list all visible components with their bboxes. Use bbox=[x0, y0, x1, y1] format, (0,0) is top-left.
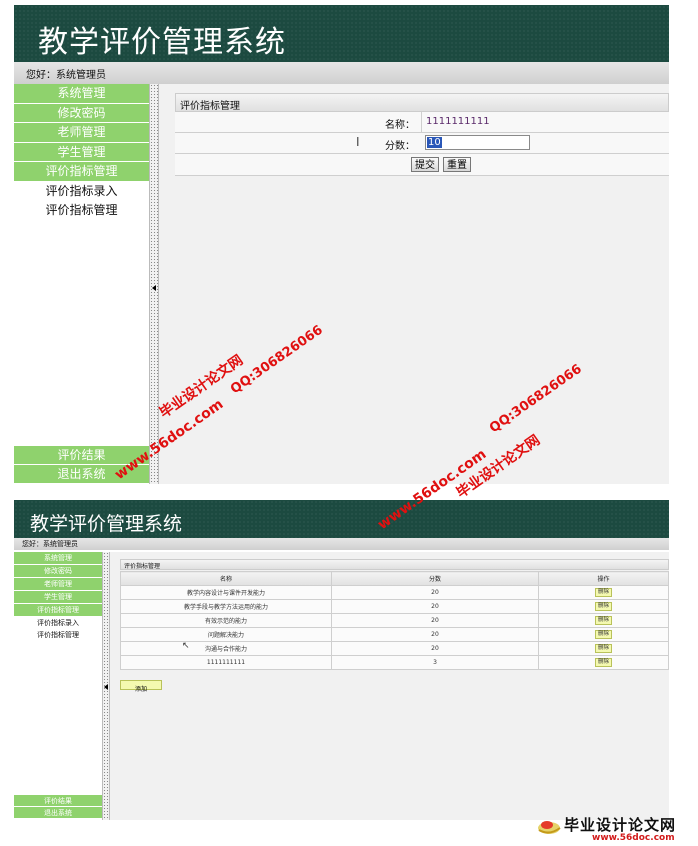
row-name: 1111111111 bbox=[120, 655, 332, 670]
row-action-cell: 删除 bbox=[538, 627, 669, 642]
delete-button[interactable]: 删除 bbox=[594, 658, 612, 667]
greeting-text: 您好：系统管理员 bbox=[26, 70, 106, 81]
delete-button[interactable]: 删除 bbox=[594, 630, 612, 639]
greeting-bar-small: 您好：系统管理员 bbox=[14, 538, 669, 550]
buttons-row: 提交 重置 bbox=[175, 154, 669, 176]
row-score: 20 bbox=[331, 641, 539, 656]
app-title: 教学评价管理系统 bbox=[38, 25, 286, 60]
panel-title: 评价指标管理 bbox=[175, 93, 669, 112]
app-title-small: 教学评价管理系统 bbox=[30, 513, 183, 535]
table-header-row: 名称 分数 操作 bbox=[120, 571, 669, 586]
sidebar-sub-indicator-entry[interactable]: 评价指标录入 bbox=[14, 617, 102, 629]
sidebar-item-logout[interactable]: 退出系统 bbox=[14, 807, 102, 819]
sidebar-sub-indicator-manage[interactable]: 评价指标管理 bbox=[14, 629, 102, 641]
table-row: 问题解决能力 20 删除 bbox=[120, 627, 669, 642]
mouse-pointer-icon: ↖ bbox=[182, 641, 190, 651]
footer-logo-text: 毕业设计论文网 bbox=[564, 816, 677, 834]
collapse-arrow-icon[interactable] bbox=[152, 285, 156, 291]
greeting-bar: 您好：系统管理员 bbox=[14, 62, 669, 84]
column-header-action: 操作 bbox=[538, 571, 669, 586]
sidebar-item-password[interactable]: 修改密码 bbox=[14, 103, 149, 123]
score-input[interactable]: 10 bbox=[425, 135, 530, 150]
score-value: 10 bbox=[427, 137, 442, 148]
sidebar-item-system[interactable]: 系统管理 bbox=[14, 552, 102, 565]
app-banner: 教学评价管理系统 bbox=[14, 5, 669, 62]
screenshot-list-view: 教学评价管理系统 您好：系统管理员 系统管理 修改密码 老师管理 学生管理 评价… bbox=[14, 500, 669, 820]
row-name: 教学内容设计与课件开发能力 bbox=[120, 585, 332, 600]
row-name: 有效示范的能力 bbox=[120, 613, 332, 628]
sidebar: 系统管理 修改密码 老师管理 学生管理 评价指标管理 评价指标录入 评价指标管理… bbox=[14, 84, 149, 484]
row-score: 20 bbox=[331, 613, 539, 628]
row-name: 问题解决能力 bbox=[120, 627, 332, 642]
row-action-cell: 删除 bbox=[538, 655, 669, 670]
sidebar-small: 系统管理 修改密码 老师管理 学生管理 评价指标管理 评价指标录入 评价指标管理… bbox=[14, 552, 102, 820]
row-action-cell: 删除 bbox=[538, 599, 669, 614]
footer-logo: 毕业设计论文网 www.56doc.com bbox=[532, 812, 692, 844]
row-name: 教学手段与教学方法运用的能力 bbox=[120, 599, 332, 614]
sidebar-bottom-menu: 评价结果 退出系统 bbox=[14, 795, 102, 819]
sidebar-item-indicators[interactable]: 评价指标管理 bbox=[14, 604, 102, 617]
panel-title-text: 评价指标管理 bbox=[180, 101, 240, 112]
app-banner-small: 教学评价管理系统 bbox=[14, 500, 669, 538]
name-value: 1111111111 bbox=[426, 116, 490, 127]
score-row: I 分数： 10 bbox=[175, 133, 669, 154]
row-name: 沟通与合作能力 bbox=[120, 641, 332, 656]
sidebar-item-teachers[interactable]: 老师管理 bbox=[14, 578, 102, 591]
sidebar-item-system[interactable]: 系统管理 bbox=[14, 84, 149, 104]
column-header-name: 名称 bbox=[120, 571, 332, 586]
greeting-text-small: 您好：系统管理员 bbox=[22, 540, 78, 548]
delete-button[interactable]: 删除 bbox=[594, 602, 612, 611]
score-label: 分数： bbox=[385, 141, 415, 152]
sidebar-menu: 系统管理 修改密码 老师管理 学生管理 评价指标管理 评价指标录入 评价指标管理 bbox=[14, 84, 149, 220]
sidebar-item-password[interactable]: 修改密码 bbox=[14, 565, 102, 578]
name-field[interactable]: 1111111111 bbox=[421, 112, 670, 132]
screenshot-edit-form: 教学评价管理系统 您好：系统管理员 系统管理 修改密码 老师管理 学生管理 评价… bbox=[14, 5, 669, 485]
sidebar-item-results[interactable]: 评价结果 bbox=[14, 795, 102, 807]
reset-button[interactable]: 重置 bbox=[443, 157, 471, 172]
name-label: 名称： bbox=[385, 120, 415, 131]
sidebar-item-teachers[interactable]: 老师管理 bbox=[14, 123, 149, 143]
reset-button-label: 重置 bbox=[447, 160, 467, 171]
main-content-small: 评价指标管理 名称 分数 操作 教学内容设计与课件开发能力 20 删除 教学手段… bbox=[110, 552, 669, 820]
sidebar-splitter-small[interactable] bbox=[102, 552, 110, 820]
delete-button[interactable]: 删除 bbox=[594, 616, 612, 625]
table-row: 教学内容设计与课件开发能力 20 删除 bbox=[120, 585, 669, 600]
row-score: 20 bbox=[331, 599, 539, 614]
row-score: 20 bbox=[331, 627, 539, 642]
main-content: 评价指标管理 名称： 1111111111 I 分数： 10 提交 重置 bbox=[159, 84, 669, 484]
table-row: 1111111111 3 删除 bbox=[120, 655, 669, 670]
collapse-arrow-icon[interactable] bbox=[104, 684, 108, 690]
delete-button[interactable]: 删除 bbox=[594, 644, 612, 653]
panel-title-small: 评价指标管理 bbox=[120, 559, 669, 570]
sidebar-sub-indicator-entry[interactable]: 评价指标录入 bbox=[14, 182, 149, 201]
name-row: 名称： 1111111111 bbox=[175, 112, 669, 133]
indicator-table: 名称 分数 操作 教学内容设计与课件开发能力 20 删除 教学手段与教学方法运用… bbox=[120, 571, 669, 670]
sidebar-sub-indicator-manage[interactable]: 评价指标管理 bbox=[14, 201, 149, 220]
sidebar-item-students[interactable]: 学生管理 bbox=[14, 591, 102, 604]
row-score: 3 bbox=[331, 655, 539, 670]
add-button[interactable]: 添加 bbox=[120, 680, 162, 693]
table-row: 有效示范的能力 20 删除 bbox=[120, 613, 669, 628]
column-header-score: 分数 bbox=[331, 571, 539, 586]
footer-logo-url: www.56doc.com bbox=[592, 833, 675, 843]
table-row: 沟通与合作能力 20 删除 bbox=[120, 641, 669, 656]
submit-button-label: 提交 bbox=[415, 160, 435, 171]
delete-button[interactable]: 删除 bbox=[594, 588, 612, 597]
row-action-cell: 删除 bbox=[538, 585, 669, 600]
row-action-cell: 删除 bbox=[538, 613, 669, 628]
sidebar-item-indicators[interactable]: 评价指标管理 bbox=[14, 162, 149, 182]
row-score: 20 bbox=[331, 585, 539, 600]
add-button-label: 添加 bbox=[134, 686, 147, 693]
row-action-cell: 删除 bbox=[538, 641, 669, 656]
sidebar-splitter[interactable] bbox=[149, 84, 159, 484]
panel-title-text: 评价指标管理 bbox=[124, 563, 161, 570]
table-row: 教学手段与教学方法运用的能力 20 删除 bbox=[120, 599, 669, 614]
logo-emblem-icon bbox=[538, 821, 561, 834]
submit-button[interactable]: 提交 bbox=[411, 157, 439, 172]
sidebar-item-students[interactable]: 学生管理 bbox=[14, 142, 149, 162]
